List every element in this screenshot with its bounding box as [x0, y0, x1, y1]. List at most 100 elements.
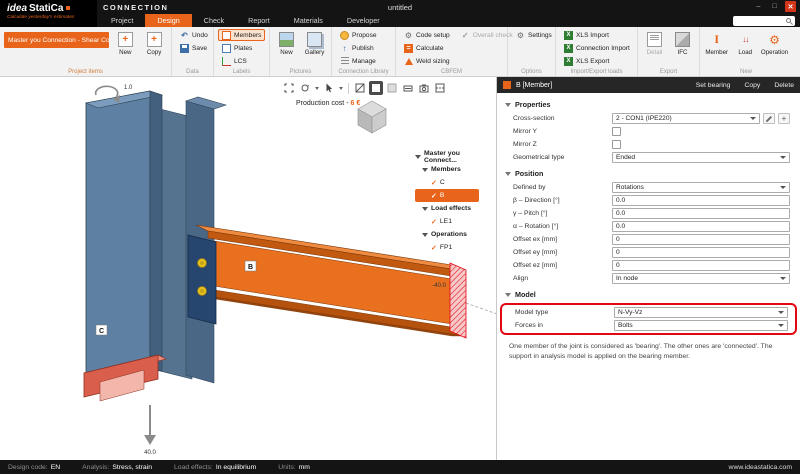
weld-sizing-button[interactable]: Weld sizing	[400, 55, 454, 67]
align-select[interactable]: In node	[612, 273, 790, 284]
offset-ez-input[interactable]: 0	[612, 260, 790, 271]
camera-icon[interactable]	[417, 81, 431, 95]
orbit-dropdown-chevron-icon[interactable]	[315, 87, 319, 90]
load-arrows-icon: ↓↓	[738, 32, 753, 47]
solid-view-icon[interactable]	[369, 81, 383, 95]
minimize-icon[interactable]: –	[753, 1, 764, 12]
cross-section-select[interactable]: 2 - CON1 (IPE220)	[612, 113, 760, 124]
weld-sizing-icon	[405, 58, 413, 65]
tab-developer[interactable]: Developer	[335, 14, 392, 27]
lcs-labels-button[interactable]: LCS	[218, 55, 265, 67]
beta-direction-input[interactable]: 0.0	[612, 195, 790, 206]
ribbon: Master you Connection - Shear Conn New C…	[0, 27, 800, 77]
connection-import-button[interactable]: XConnection Import	[560, 42, 633, 54]
maximize-icon[interactable]: □	[769, 1, 780, 12]
plus-icon: +	[782, 114, 787, 123]
save-button[interactable]: Save	[176, 42, 209, 54]
members-labels-button[interactable]: Members	[218, 29, 265, 41]
caret-down-icon	[415, 155, 421, 159]
viewport-3d[interactable]: -40.0 40.0 1.0	[0, 77, 497, 460]
tab-check[interactable]: Check	[192, 14, 236, 27]
mirror-y-checkbox[interactable]	[612, 127, 621, 136]
gallery-button[interactable]: Gallery	[302, 29, 327, 56]
tab-report[interactable]: Report	[236, 14, 282, 27]
search-input[interactable]	[733, 16, 795, 26]
code-setup-button[interactable]: ⚙Code setup	[400, 29, 454, 41]
settings-button[interactable]: ⚙Settings	[512, 29, 551, 41]
ribbon-tab-bar: Project Design Check Report Materials De…	[0, 14, 800, 27]
new-project-item-button[interactable]: New	[112, 29, 138, 56]
orbit-icon[interactable]	[298, 81, 312, 95]
row-mirror-z: Mirror Z	[497, 138, 800, 151]
mirror-z-checkbox[interactable]	[612, 140, 621, 149]
clipping-plane-icon[interactable]	[433, 81, 447, 95]
calculate-icon: =	[404, 44, 413, 53]
close-icon[interactable]: ✕	[785, 1, 796, 12]
selected-project-item[interactable]: Master you Connection - Shear Conn	[4, 32, 109, 48]
alpha-rotation-input[interactable]: 0.0	[612, 221, 790, 232]
tree-root-item[interactable]: Master you Connect...	[415, 150, 493, 163]
new-member-button[interactable]: IMember	[704, 29, 730, 56]
wireframe-view-icon[interactable]	[353, 81, 367, 95]
gamma-pitch-input[interactable]: 0.0	[612, 208, 790, 219]
new-load-button[interactable]: ↓↓Load	[733, 29, 759, 56]
propose-button[interactable]: Propose	[336, 29, 391, 41]
row-gamma-pitch: γ – Pitch [°] 0.0	[497, 207, 800, 220]
logo-text: ideaStatiCa	[7, 3, 97, 14]
section-collapse-chevron-icon	[505, 103, 511, 107]
delete-member-button[interactable]: Delete	[774, 82, 794, 89]
section-properties[interactable]: Properties	[497, 95, 800, 112]
set-bearing-button[interactable]: Set bearing	[696, 82, 731, 89]
check-icon: ✓	[431, 218, 437, 226]
status-design-code: Design code:EN	[8, 464, 60, 471]
website-link[interactable]: www.ideastatica.com	[729, 464, 792, 471]
tab-project[interactable]: Project	[99, 14, 145, 27]
section-position[interactable]: Position	[497, 164, 800, 181]
model-type-select[interactable]: N-Vy-Vz	[614, 307, 788, 318]
save-icon	[180, 44, 189, 53]
section-model[interactable]: Model	[497, 285, 800, 302]
xls-export-button[interactable]: XXLS Export	[560, 55, 633, 67]
bearing-description: One member of the joint is considered as…	[497, 335, 800, 361]
app-logo: ideaStatiCa Calculate yesterday's estima…	[0, 0, 97, 27]
member-labels-icon[interactable]	[401, 81, 415, 95]
calculate-button[interactable]: =Calculate	[400, 42, 454, 54]
xls-import-button[interactable]: XXLS Import	[560, 29, 633, 41]
select-dropdown-chevron-icon[interactable]	[339, 87, 343, 90]
select-cursor-icon[interactable]	[322, 81, 336, 95]
add-cross-section-button[interactable]: +	[778, 113, 790, 124]
tree-group-load-effects[interactable]: Load effects	[415, 202, 493, 215]
tree-item-fp1[interactable]: ✓ FP1	[415, 241, 493, 254]
tree-item-member-b[interactable]: ✓ B	[415, 189, 479, 202]
tab-materials[interactable]: Materials	[282, 14, 335, 27]
production-cost-value: 6 €	[351, 100, 361, 107]
undo-button[interactable]: ↶Undo	[176, 29, 209, 41]
forces-in-select[interactable]: Bolts	[614, 320, 788, 331]
offset-ex-input[interactable]: 0	[612, 234, 790, 245]
export-detail-button[interactable]: Detail	[642, 29, 667, 56]
fin-plate[interactable]	[188, 235, 216, 324]
copy-member-button[interactable]: Copy	[744, 82, 760, 89]
transparent-view-icon[interactable]	[385, 81, 399, 95]
new-picture-button[interactable]: New	[274, 29, 299, 56]
tree-group-members[interactable]: Members	[415, 163, 493, 176]
fit-view-icon[interactable]	[282, 81, 296, 95]
tree-group-operations[interactable]: Operations	[415, 228, 493, 241]
export-ifc-button[interactable]: IFC	[670, 29, 695, 56]
offset-ey-input[interactable]: 0	[612, 247, 790, 258]
construction-line	[466, 303, 497, 314]
publish-button[interactable]: ↑Publish	[336, 42, 391, 54]
manage-button[interactable]: Manage	[336, 55, 391, 67]
ribbon-group-export: Detail IFC Export	[638, 27, 700, 76]
tab-design[interactable]: Design	[145, 14, 191, 27]
defined-by-select[interactable]: Rotations	[612, 182, 790, 193]
copy-project-item-button[interactable]: Copy	[141, 29, 167, 56]
edit-cross-section-button[interactable]	[763, 113, 775, 124]
scene-3d[interactable]: -40.0 40.0 1.0	[0, 77, 497, 460]
geometrical-type-select[interactable]: Ended	[612, 152, 790, 163]
row-model-type: Model type N-Vy-Vz	[502, 306, 795, 319]
tree-item-le1[interactable]: ✓ LE1	[415, 215, 493, 228]
new-operation-button[interactable]: ⚙Operation	[761, 29, 788, 56]
plates-labels-button[interactable]: Plates	[218, 42, 265, 54]
tree-item-member-c[interactable]: ✓ C	[415, 176, 493, 189]
